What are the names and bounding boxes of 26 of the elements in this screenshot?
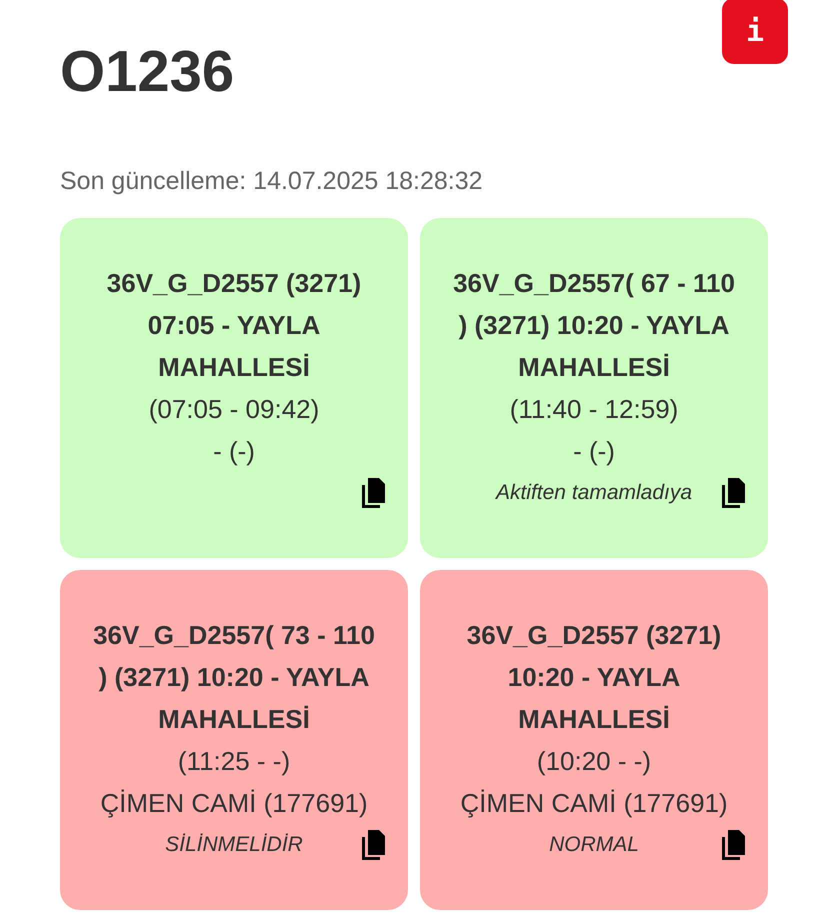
copy-icon[interactable] [720,478,746,508]
stop-name: ÇİMEN CAMİ (177691) [460,787,728,820]
stop-name: ÇİMEN CAMİ (177691) [100,787,368,820]
trip-title: 36V_G_D2557 (3271) 07:05 - YAYLA MAHALLESİ [106,267,362,384]
trip-card[interactable]: 36V_G_D2557 (3271) 07:05 - YAYLA MAHALLESİ (07:05 - 09:42) - (-) [60,218,408,558]
status-note: SİLİNMELİDİR [165,833,303,857]
trip-title: 36V_G_D2557( 73 - 110 ) (3271) 10:20 - YAYLA MAHALLESİ [92,619,376,736]
page-title: O1236 [60,38,234,105]
copy-icon[interactable] [720,830,746,860]
time-range: (10:20 - -) [536,745,652,778]
trip-card[interactable]: 36V_G_D2557 (3271) 10:20 - YAYLA MAHALLESİ (10:20 - -) ÇİMEN CAMİ (177691) NORMAL [420,570,768,910]
last-update-text: Son güncelleme: 14.07.2025 18:28:32 [60,167,484,196]
time-range: (11:25 - -) [178,745,290,778]
status-note: NORMAL [549,833,639,857]
copy-icon[interactable] [360,478,386,508]
info-button[interactable]: i [722,0,788,64]
trip-card[interactable]: 36V_G_D2557( 67 - 110 ) (3271) 10:20 - YAYLA MAHALLESİ (11:40 - 12:59) - (-) Aktiften tamamladıya [420,218,768,558]
stop-name: - (-) [573,435,615,468]
stop-name: - (-) [213,435,255,468]
status-note: Aktiften tamamladıya [496,481,692,505]
trip-title: 36V_G_D2557 (3271) 10:20 - YAYLA MAHALLESİ [466,619,722,736]
trip-card[interactable]: 36V_G_D2557( 73 - 110 ) (3271) 10:20 - YAYLA MAHALLESİ (11:25 - -) ÇİMEN CAMİ (177691) SİLİNMELİDİR [60,570,408,910]
copy-icon[interactable] [360,830,386,860]
trip-title: 36V_G_D2557( 67 - 110 ) (3271) 10:20 - YAYLA MAHALLESİ [452,267,736,384]
time-range: (11:40 - 12:59) [510,393,678,426]
time-range: (07:05 - 09:42) [148,393,320,426]
